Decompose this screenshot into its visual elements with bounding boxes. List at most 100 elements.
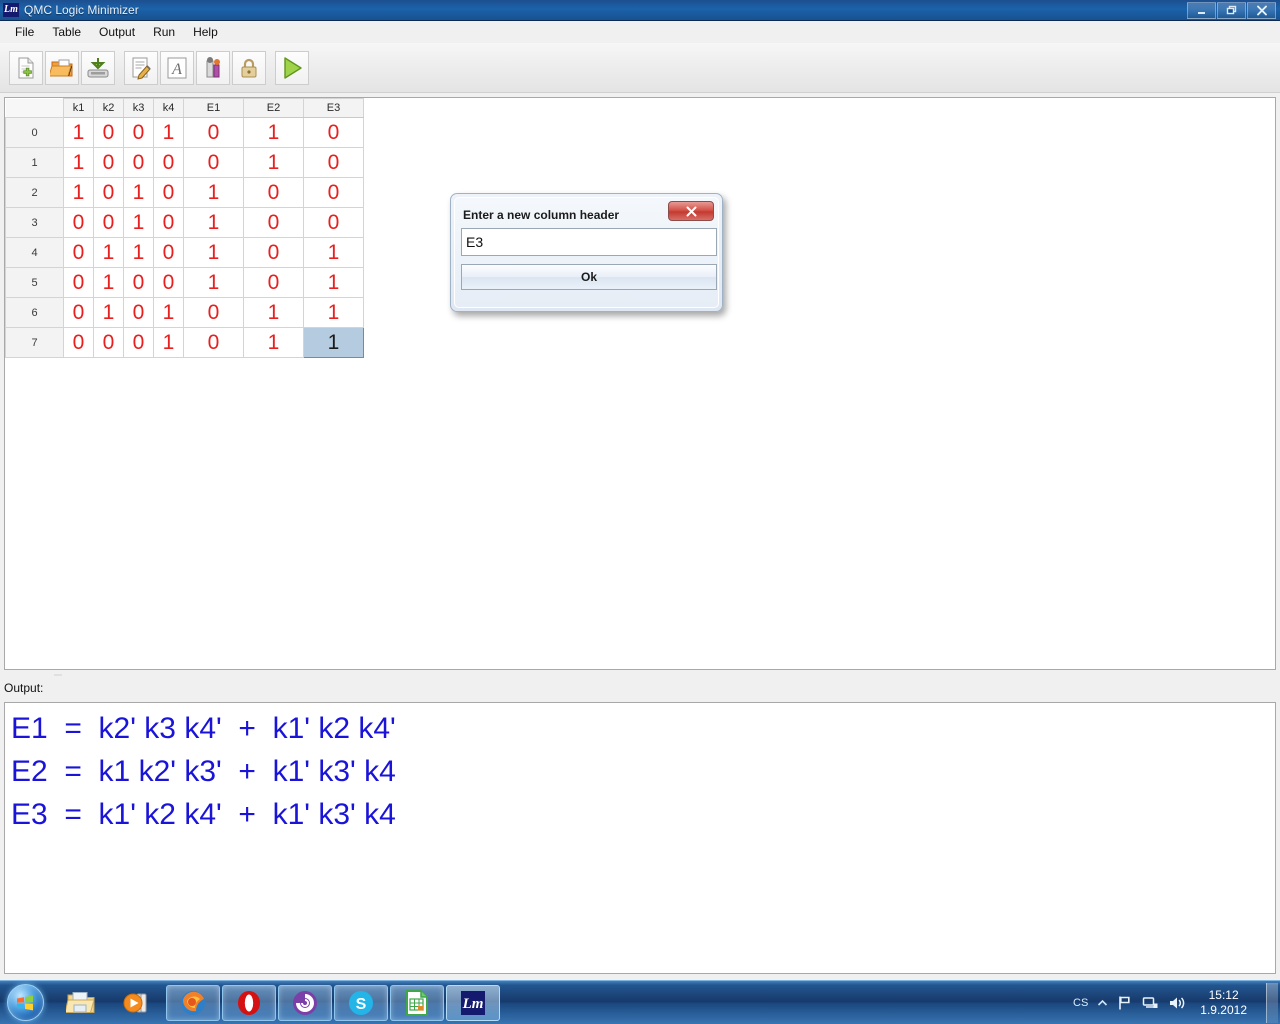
row-header-1[interactable]: 1	[5, 147, 64, 178]
restore-button[interactable]	[1217, 2, 1246, 19]
menu-run[interactable]: Run	[145, 24, 183, 41]
table-cell-r0-c5[interactable]: 1	[243, 117, 304, 148]
panel-splitter[interactable]	[4, 670, 1276, 680]
table-cell-r3-c1[interactable]: 0	[93, 207, 124, 238]
table-cell-r3-c2[interactable]: 1	[123, 207, 154, 238]
table-cell-r3-c3[interactable]: 0	[153, 207, 184, 238]
table-cell-r0-c1[interactable]: 0	[93, 117, 124, 148]
row-header-5[interactable]: 5	[5, 267, 64, 298]
table-cell-r6-c3[interactable]: 1	[153, 297, 184, 328]
network-icon[interactable]	[1142, 995, 1159, 1011]
taskbar-item-explorer[interactable]	[54, 985, 108, 1021]
volume-icon[interactable]	[1168, 995, 1185, 1011]
table-cell-r3-c6[interactable]: 0	[303, 207, 364, 238]
dialog-ok-button[interactable]: Ok	[461, 264, 717, 290]
table-cell-r1-c4[interactable]: 0	[183, 147, 244, 178]
menu-output[interactable]: Output	[91, 24, 143, 41]
taskbar-item-skype[interactable]: S	[334, 984, 388, 1021]
table-cell-r1-c3[interactable]: 0	[153, 147, 184, 178]
table-cell-r6-c2[interactable]: 0	[123, 297, 154, 328]
table-cell-r0-c3[interactable]: 1	[153, 117, 184, 148]
table-cell-r2-c1[interactable]: 0	[93, 177, 124, 208]
table-cell-r7-c1[interactable]: 0	[93, 327, 124, 358]
taskbar-item-bittorrent[interactable]	[278, 984, 332, 1021]
table-cell-r5-c3[interactable]: 0	[153, 267, 184, 298]
table-cell-r6-c6[interactable]: 1	[303, 297, 364, 328]
table-cell-r7-c0[interactable]: 0	[63, 327, 94, 358]
table-cell-r2-c5[interactable]: 0	[243, 177, 304, 208]
taskbar-item-qmc-logic-minimizer[interactable]: Lm	[446, 984, 500, 1021]
table-cell-r7-c2[interactable]: 0	[123, 327, 154, 358]
table-cell-r5-c1[interactable]: 1	[93, 267, 124, 298]
table-cell-r6-c4[interactable]: 0	[183, 297, 244, 328]
row-header-6[interactable]: 6	[5, 297, 64, 328]
table-cell-r0-c0[interactable]: 1	[63, 117, 94, 148]
taskbar-item-libreoffice-calc[interactable]	[390, 984, 444, 1021]
menu-file[interactable]: File	[7, 24, 42, 41]
table-cell-r7-c3[interactable]: 1	[153, 327, 184, 358]
row-header-3[interactable]: 3	[5, 207, 64, 238]
flag-icon[interactable]	[1117, 995, 1133, 1011]
table-cell-r6-c5[interactable]: 1	[243, 297, 304, 328]
clock[interactable]: 15:12 1.9.2012	[1194, 988, 1253, 1018]
table-cell-r1-c6[interactable]: 0	[303, 147, 364, 178]
table-cell-r2-c2[interactable]: 1	[123, 177, 154, 208]
edit-button[interactable]	[124, 50, 158, 85]
table-cell-r1-c5[interactable]: 1	[243, 147, 304, 178]
font-button[interactable]: A	[160, 50, 194, 85]
table-cell-r4-c0[interactable]: 0	[63, 237, 94, 268]
save-file-button[interactable]	[81, 50, 115, 85]
menu-table[interactable]: Table	[44, 24, 89, 41]
column-header-k3[interactable]: k3	[123, 98, 154, 118]
tray-expand-chevron-icon[interactable]	[1097, 999, 1108, 1008]
column-header-k2[interactable]: k2	[93, 98, 124, 118]
tray-language[interactable]: CS	[1073, 997, 1088, 1009]
column-header-k1[interactable]: k1	[63, 98, 94, 118]
table-cell-r0-c4[interactable]: 0	[183, 117, 244, 148]
row-header-4[interactable]: 4	[5, 237, 64, 268]
table-cell-r2-c0[interactable]: 1	[63, 177, 94, 208]
table-cell-r5-c5[interactable]: 0	[243, 267, 304, 298]
run-button[interactable]	[275, 50, 309, 85]
dialog-close-button[interactable]	[668, 201, 714, 221]
table-cell-r2-c6[interactable]: 0	[303, 177, 364, 208]
lock-button[interactable]	[232, 50, 266, 85]
taskbar-item-firefox[interactable]	[166, 984, 220, 1021]
table-cell-r5-c4[interactable]: 1	[183, 267, 244, 298]
output-panel[interactable]: E1 = k2' k3 k4' + k1' k2 k4' E2 = k1 k2'…	[4, 702, 1276, 974]
row-header-2[interactable]: 2	[5, 177, 64, 208]
table-cell-r6-c1[interactable]: 1	[93, 297, 124, 328]
show-desktop-button[interactable]	[1266, 983, 1278, 1023]
column-header-e1[interactable]: E1	[183, 98, 244, 118]
minimize-button[interactable]	[1187, 2, 1216, 19]
table-cell-r5-c6[interactable]: 1	[303, 267, 364, 298]
table-cell-r6-c0[interactable]: 0	[63, 297, 94, 328]
table-cell-r5-c2[interactable]: 0	[123, 267, 154, 298]
table-cell-r7-c4[interactable]: 0	[183, 327, 244, 358]
table-cell-r4-c4[interactable]: 1	[183, 237, 244, 268]
taskbar-item-media-player[interactable]	[110, 985, 164, 1021]
row-header-7[interactable]: 7	[5, 327, 64, 358]
table-cell-r0-c2[interactable]: 0	[123, 117, 154, 148]
table-cell-r1-c2[interactable]: 0	[123, 147, 154, 178]
table-cell-r2-c4[interactable]: 1	[183, 177, 244, 208]
table-cell-r3-c0[interactable]: 0	[63, 207, 94, 238]
new-file-button[interactable]	[9, 50, 43, 85]
column-header-e2[interactable]: E2	[243, 98, 304, 118]
table-cell-r4-c1[interactable]: 1	[93, 237, 124, 268]
table-cell-r7-c6[interactable]: 1	[303, 327, 364, 358]
table-cell-r3-c4[interactable]: 1	[183, 207, 244, 238]
column-header-input[interactable]	[461, 228, 717, 256]
table-cell-r4-c6[interactable]: 1	[303, 237, 364, 268]
open-file-button[interactable]	[45, 50, 79, 85]
taskbar-item-opera[interactable]	[222, 984, 276, 1021]
menu-help[interactable]: Help	[185, 24, 226, 41]
table-cell-r5-c0[interactable]: 0	[63, 267, 94, 298]
table-cell-r1-c0[interactable]: 1	[63, 147, 94, 178]
start-button[interactable]	[2, 983, 48, 1023]
row-header-0[interactable]: 0	[5, 117, 64, 148]
table-cell-r0-c6[interactable]: 0	[303, 117, 364, 148]
table-cell-r1-c1[interactable]: 0	[93, 147, 124, 178]
table-cell-r3-c5[interactable]: 0	[243, 207, 304, 238]
table-cell-r4-c2[interactable]: 1	[123, 237, 154, 268]
